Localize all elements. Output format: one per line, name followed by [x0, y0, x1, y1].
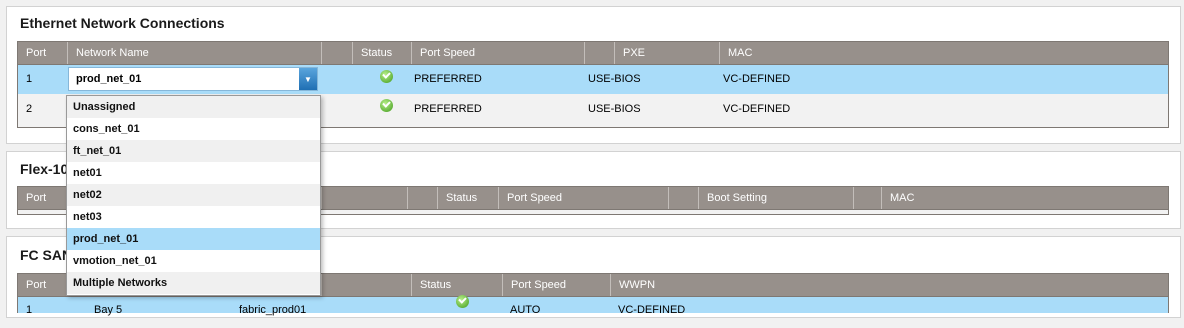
col-boot-setting[interactable]: Boot Setting: [698, 187, 853, 209]
table-row[interactable]: 1 Bay 5 fabric_prod01 AUTO VC-DEFINED: [17, 295, 1169, 316]
fcsan-panel-title: FC SAN: [20, 247, 73, 263]
col-blank-1: [321, 187, 407, 209]
col-status[interactable]: Status: [437, 187, 498, 209]
row-mac: VC-DEFINED: [723, 73, 791, 85]
col-blank-2: [584, 42, 614, 64]
ok-icon: [380, 99, 393, 112]
row-pxe: USE-BIOS: [588, 73, 641, 85]
ok-icon: [456, 295, 469, 308]
col-blank-1: [321, 42, 352, 64]
col-mac[interactable]: MAC: [881, 187, 1168, 209]
col-mac[interactable]: MAC: [719, 42, 1168, 64]
col-pxe[interactable]: PXE: [614, 42, 719, 64]
row-port: 1: [26, 73, 33, 85]
chevron-down-icon[interactable]: ▼: [299, 68, 317, 90]
col-network-name[interactable]: Network Name: [67, 42, 321, 64]
row-bay: Bay 5: [94, 304, 123, 316]
row-status: [372, 68, 393, 97]
flex10-panel-title: Flex-10: [20, 161, 69, 177]
row-status: [448, 293, 469, 322]
col-port-speed[interactable]: Port Speed: [502, 274, 610, 296]
col-blank-4: [853, 187, 881, 209]
row-port-speed: PREFERRED: [414, 73, 482, 85]
option-multiple-networks[interactable]: Multiple Networks: [67, 272, 320, 294]
col-blank-1: [321, 274, 411, 296]
network-name-select[interactable]: prod_net_01 ▼: [68, 67, 318, 91]
option-net01[interactable]: net01: [67, 162, 320, 184]
col-port[interactable]: Port: [18, 274, 68, 296]
row-status: [372, 97, 393, 126]
col-blank-2: [407, 187, 437, 209]
row-port: 1: [26, 304, 33, 316]
col-status[interactable]: Status: [352, 42, 411, 64]
ethernet-panel-title: Ethernet Network Connections: [20, 15, 225, 31]
col-wwpn[interactable]: WWPN: [610, 274, 1168, 296]
row-wwpn: VC-DEFINED: [618, 304, 686, 316]
col-port-speed[interactable]: Port Speed: [498, 187, 668, 209]
option-net03[interactable]: net03: [67, 206, 320, 228]
row-fabric: fabric_prod01: [239, 304, 307, 316]
row-port-speed: AUTO: [510, 304, 541, 316]
col-blank-3: [668, 187, 698, 209]
ok-icon: [380, 70, 393, 83]
option-unassigned[interactable]: Unassigned: [67, 96, 320, 118]
network-name-dropdown: Unassigned cons_net_01 ft_net_01 net01 n…: [66, 95, 321, 296]
col-port[interactable]: Port: [18, 42, 68, 64]
option-net02[interactable]: net02: [67, 184, 320, 206]
col-port-speed[interactable]: Port Speed: [411, 42, 584, 64]
option-cons-net-01[interactable]: cons_net_01: [67, 118, 320, 140]
option-ft-net-01[interactable]: ft_net_01: [67, 140, 320, 162]
network-name-value: prod_net_01: [76, 73, 142, 85]
option-prod-net-01[interactable]: prod_net_01: [67, 228, 320, 250]
col-port[interactable]: Port: [18, 187, 68, 209]
ethernet-table-header: Port Network Name Status Port Speed PXE …: [17, 41, 1169, 65]
option-vmotion-net-01[interactable]: vmotion_net_01: [67, 250, 320, 272]
